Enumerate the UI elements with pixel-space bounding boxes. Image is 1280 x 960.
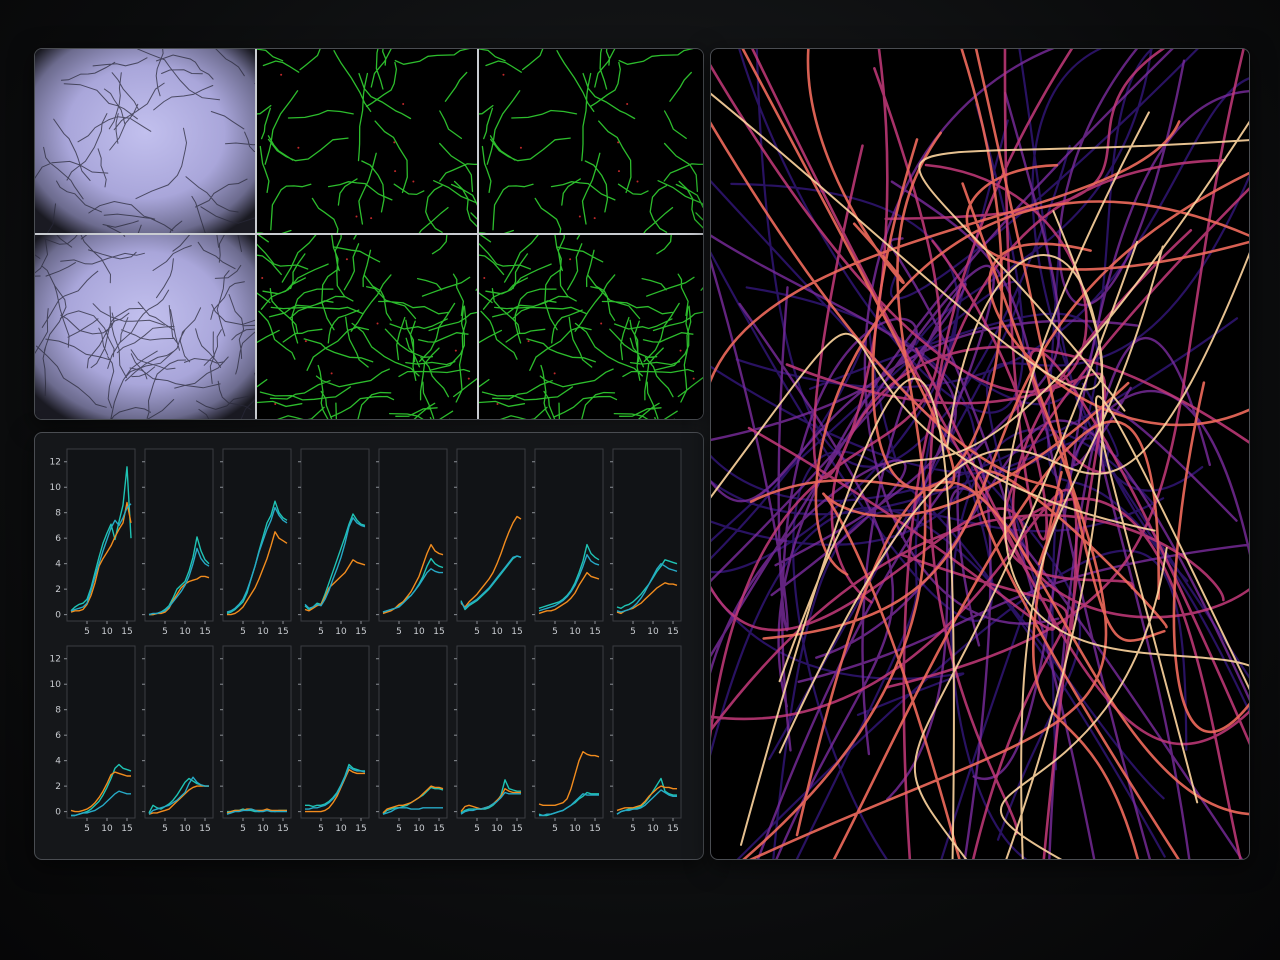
x-tick-label: 5 [474,824,480,834]
x-tick-label: 10 [335,627,347,637]
x-tick-label: 15 [199,627,210,637]
x-tick-label: 15 [511,627,522,637]
x-tick-label: 10 [257,627,269,637]
x-tick-label: 15 [433,627,444,637]
x-tick-label: 5 [552,627,558,637]
x-tick-label: 5 [396,824,402,834]
x-tick-label: 15 [667,824,678,834]
x-tick-label: 5 [474,627,480,637]
subplot-frame [300,448,370,622]
y-tick-label: 10 [50,483,62,493]
x-tick-label: 5 [552,824,558,834]
x-tick-label: 10 [491,824,503,834]
subplot-15: 5 10 15 [532,645,604,834]
subplot-11: 5 10 15 [220,645,292,834]
y-tick-label: 6 [55,534,61,544]
subplot-10: 5 10 15 [142,645,214,834]
y-tick-label: 8 [55,509,61,519]
x-tick-label: 15 [277,824,288,834]
subplot-2: 5 10 15 [142,448,214,637]
subplot-frame [66,448,136,622]
y-tick-label: 0 [55,808,61,818]
y-tick-label: 2 [55,782,61,792]
x-tick-label: 10 [179,627,191,637]
x-tick-label: 10 [491,627,503,637]
x-tick-label: 15 [433,824,444,834]
y-tick-label: 4 [55,757,61,767]
subplot-frame [222,448,292,622]
x-tick-label: 5 [630,824,636,834]
subplot-4: 5 10 15 [298,448,370,637]
x-tick-label: 10 [179,824,191,834]
subplot-frame [300,645,370,819]
x-tick-label: 5 [240,824,246,834]
x-tick-label: 10 [569,627,581,637]
x-tick-label: 10 [413,824,425,834]
y-tick-label: 0 [55,611,61,621]
subplot-8: 5 10 15 [610,448,682,637]
subplot-7: 5 10 15 [532,448,604,637]
x-tick-label: 10 [101,627,113,637]
x-tick-label: 10 [101,824,113,834]
y-tick-label: 10 [50,680,62,690]
filament-network-image [710,48,1250,860]
subplot-frame [66,645,136,819]
x-tick-label: 15 [121,627,132,637]
x-tick-label: 15 [277,627,288,637]
x-tick-label: 5 [162,627,168,637]
subplot-13: 5 10 15 [376,645,448,834]
x-tick-label: 15 [589,627,600,637]
subplot-1: 5 10 15 0 2 4 6 8 10 12 [50,448,136,637]
x-tick-label: 15 [199,824,210,834]
x-tick-label: 5 [396,627,402,637]
microscopy-image-grid [34,48,704,420]
subplot-frame [378,645,448,819]
y-tick-label: 6 [55,731,61,741]
x-tick-label: 15 [589,824,600,834]
microscopy-grid-canvas [35,49,703,419]
subplot-9: 5 10 15 0 2 4 6 8 10 12 [50,645,136,834]
x-tick-label: 5 [240,627,246,637]
small-multiples-chart: 5 10 150246810125 10 15 5 10 15 5 10 15 5 10 15 5 10 15 5… [50,448,682,834]
y-tick-label: 8 [55,706,61,716]
subplot-frame [612,645,682,819]
subplot-6: 5 10 15 [454,448,526,637]
x-tick-label: 15 [355,627,366,637]
y-tick-label: 12 [50,655,61,665]
network-image-canvas [711,49,1249,859]
x-tick-label: 5 [318,627,324,637]
subplot-frame [456,448,526,622]
growth-curves-chart-panel: 5 10 15 0 2 4 6 8 10 12 5 10 15 5 10 15 5 10 15 5 10 15 5 10 15 5… [34,432,704,860]
x-tick-label: 5 [162,824,168,834]
x-tick-label: 15 [511,824,522,834]
subplot-16: 5 10 15 [610,645,682,834]
subplot-frame [378,448,448,622]
x-tick-label: 5 [630,627,636,637]
subplot-12: 5 10 15 [298,645,370,834]
x-tick-label: 15 [667,627,678,637]
x-tick-label: 15 [121,824,132,834]
x-tick-label: 5 [84,824,90,834]
x-tick-label: 5 [84,627,90,637]
x-tick-label: 10 [647,627,659,637]
x-tick-label: 10 [257,824,269,834]
x-tick-label: 5 [318,824,324,834]
x-tick-label: 10 [413,627,425,637]
subplot-frame [612,448,682,622]
subplot-5: 5 10 15 [376,448,448,637]
subplot-3: 5 10 15 [220,448,292,637]
x-tick-label: 10 [569,824,581,834]
subplot-frame [222,645,292,819]
x-tick-label: 10 [335,824,347,834]
subplot-14: 5 10 15 [454,645,526,834]
y-tick-label: 4 [55,560,61,570]
x-tick-label: 10 [647,824,659,834]
x-tick-label: 15 [355,824,366,834]
y-tick-label: 2 [55,585,61,595]
y-tick-label: 12 [50,458,61,468]
